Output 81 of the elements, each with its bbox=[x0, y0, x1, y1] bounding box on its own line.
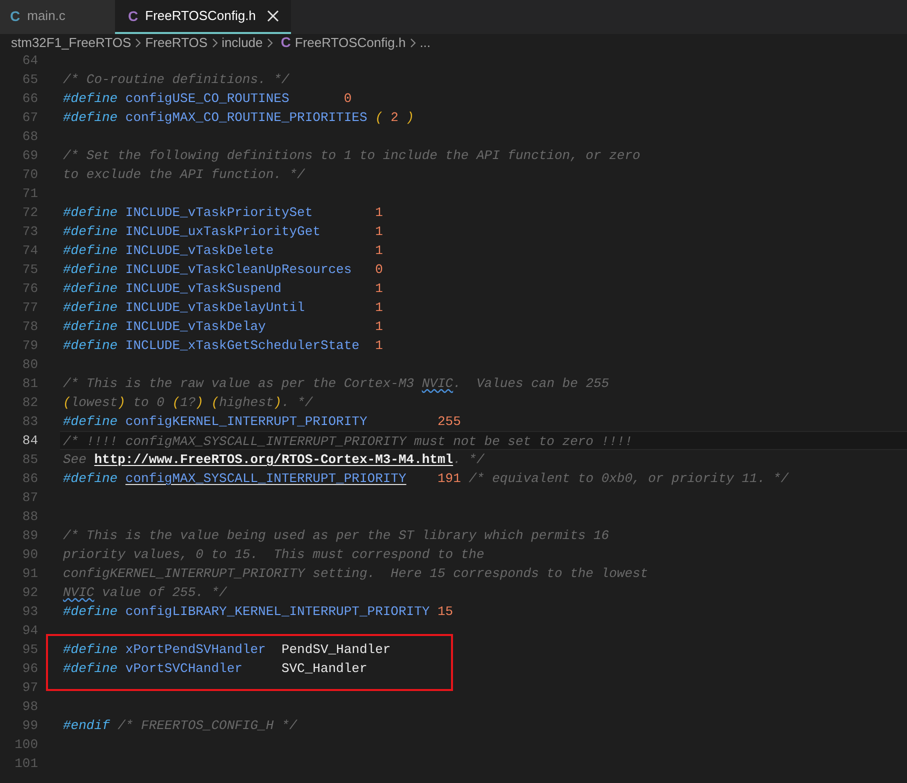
line-number: 85 bbox=[21, 451, 38, 469]
code-line: #define INCLUDE_vTaskDelay 1 bbox=[62, 318, 384, 336]
code-line: #define INCLUDE_uxTaskPriorityGet 1 bbox=[62, 223, 384, 241]
code-line: (lowest) to 0 (1?) (highest). */ bbox=[62, 394, 314, 412]
code-line: #define configLIBRARY_KERNEL_INTERRUPT_PRIORITY 15 bbox=[62, 603, 454, 621]
line-number: 100 bbox=[14, 736, 38, 754]
code-line: /* This is the raw value as per the Cortex-M3 NVIC. Values can be 255 bbox=[62, 375, 610, 393]
code-line: NVIC value of 255. */ bbox=[62, 584, 228, 602]
code-line: #define configUSE_CO_ROUTINES 0 bbox=[62, 90, 353, 108]
code-line: #endif /* FREERTOS_CONFIG_H */ bbox=[62, 717, 298, 735]
editor-tab[interactable]: C main.c bbox=[0, 0, 115, 34]
code-line: #define vPortSVCHandler SVC_Handler bbox=[62, 660, 368, 678]
line-number: 98 bbox=[21, 698, 38, 716]
line-number: 74 bbox=[21, 242, 38, 260]
line-number: 97 bbox=[21, 679, 38, 697]
code-line: #define configKERNEL_INTERRUPT_PRIORITY 255 bbox=[62, 413, 462, 431]
line-number: 79 bbox=[21, 337, 38, 355]
code-line: /* Set the following definitions to 1 to include the API function, or zero bbox=[62, 147, 642, 165]
line-number: 73 bbox=[21, 223, 38, 241]
code-line: #define xPortPendSVHandler PendSV_Handler bbox=[62, 641, 392, 659]
line-number: 86 bbox=[21, 470, 38, 488]
chevron-right-icon bbox=[135, 38, 142, 48]
line-number: 65 bbox=[21, 71, 38, 89]
line-number: 64 bbox=[21, 52, 38, 70]
line-number: 84 bbox=[21, 432, 38, 450]
code-line: See http://www.FreeRTOS.org/RTOS-Cortex-M3-M4.html. */ bbox=[62, 451, 486, 469]
line-number: 76 bbox=[21, 280, 38, 298]
c-file-icon: C bbox=[280, 32, 291, 53]
link[interactable]: configMAX_SYSCALL_INTERRUPT_PRIORITY bbox=[125, 471, 406, 486]
line-number: 92 bbox=[21, 584, 38, 602]
line-number: 90 bbox=[21, 546, 38, 564]
code-line: #define INCLUDE_vTaskCleanUpResources 0 bbox=[62, 261, 384, 279]
breadcrumb-item[interactable]: ... bbox=[420, 32, 431, 52]
line-number: 70 bbox=[21, 166, 38, 184]
c-file-icon: C bbox=[10, 6, 20, 26]
breadcrumb-item[interactable]: stm32F1_FreeRTOS bbox=[11, 32, 132, 52]
c-file-icon: C bbox=[128, 6, 138, 26]
chevron-right-icon bbox=[266, 38, 273, 48]
code-line: #define configMAX_SYSCALL_INTERRUPT_PRIORITY 191 /* equivalent to 0xb0, or priority 11. */ bbox=[62, 470, 790, 488]
line-number: 67 bbox=[21, 109, 38, 127]
line-number: 75 bbox=[21, 261, 38, 279]
chevron-right-icon bbox=[410, 38, 416, 48]
chevron-right-icon bbox=[212, 38, 218, 48]
code-line: configKERNEL_INTERRUPT_PRIORITY setting. Here 15 corresponds to the lowest bbox=[62, 565, 650, 583]
line-number: 99 bbox=[21, 717, 38, 735]
line-number: 91 bbox=[21, 565, 38, 583]
breadcrumb-item[interactable]: FreeRTOS bbox=[145, 32, 208, 52]
code-line: /* This is the value being used as per the ST library which permits 16 bbox=[62, 527, 610, 545]
code-line: priority values, 0 to 15. This must correspond to the bbox=[62, 546, 486, 564]
editor-tab[interactable]: C FreeRTOSConfig.h bbox=[115, 0, 291, 34]
line-number: 83 bbox=[21, 413, 38, 431]
line-number: 66 bbox=[21, 90, 38, 108]
line-number: 93 bbox=[21, 603, 38, 621]
line-number: 82 bbox=[21, 394, 38, 412]
line-number: 69 bbox=[21, 147, 38, 165]
code-line: #define INCLUDE_vTaskPrioritySet 1 bbox=[62, 204, 384, 222]
line-number: 94 bbox=[21, 622, 38, 640]
line-number: 72 bbox=[21, 204, 38, 222]
link[interactable]: http://www.FreeRTOS.org/RTOS-Cortex-M3-M4.html bbox=[94, 452, 454, 467]
line-number: 78 bbox=[21, 318, 38, 336]
breadcrumb-item[interactable]: include bbox=[222, 32, 263, 52]
code-line: /* Co-routine definitions. */ bbox=[62, 71, 290, 89]
code-line: #define INCLUDE_vTaskDelayUntil 1 bbox=[62, 299, 384, 317]
line-number: 95 bbox=[21, 641, 38, 659]
line-number: 77 bbox=[21, 299, 38, 317]
code-line: #define configMAX_CO_ROUTINE_PRIORITIES ( 2 ) bbox=[62, 109, 416, 127]
code-line: #define INCLUDE_vTaskSuspend 1 bbox=[62, 280, 384, 298]
code-line: to exclude the API function. */ bbox=[62, 166, 306, 184]
line-number: 68 bbox=[21, 128, 38, 146]
line-number: 71 bbox=[21, 185, 38, 203]
breadcrumb-item[interactable]: FreeRTOSConfig.h bbox=[294, 32, 406, 52]
line-number: 80 bbox=[21, 356, 38, 374]
close-icon[interactable] bbox=[266, 10, 279, 22]
line-number: 88 bbox=[21, 508, 38, 526]
code-line: #define INCLUDE_vTaskDelete 1 bbox=[62, 242, 384, 260]
line-number: 89 bbox=[21, 527, 38, 545]
line-number: 101 bbox=[14, 755, 38, 773]
line-number: 96 bbox=[21, 660, 38, 678]
code-line: #define INCLUDE_xTaskGetSchedulerState 1 bbox=[62, 337, 384, 355]
line-number: 81 bbox=[21, 375, 38, 393]
line-number: 87 bbox=[21, 489, 38, 507]
